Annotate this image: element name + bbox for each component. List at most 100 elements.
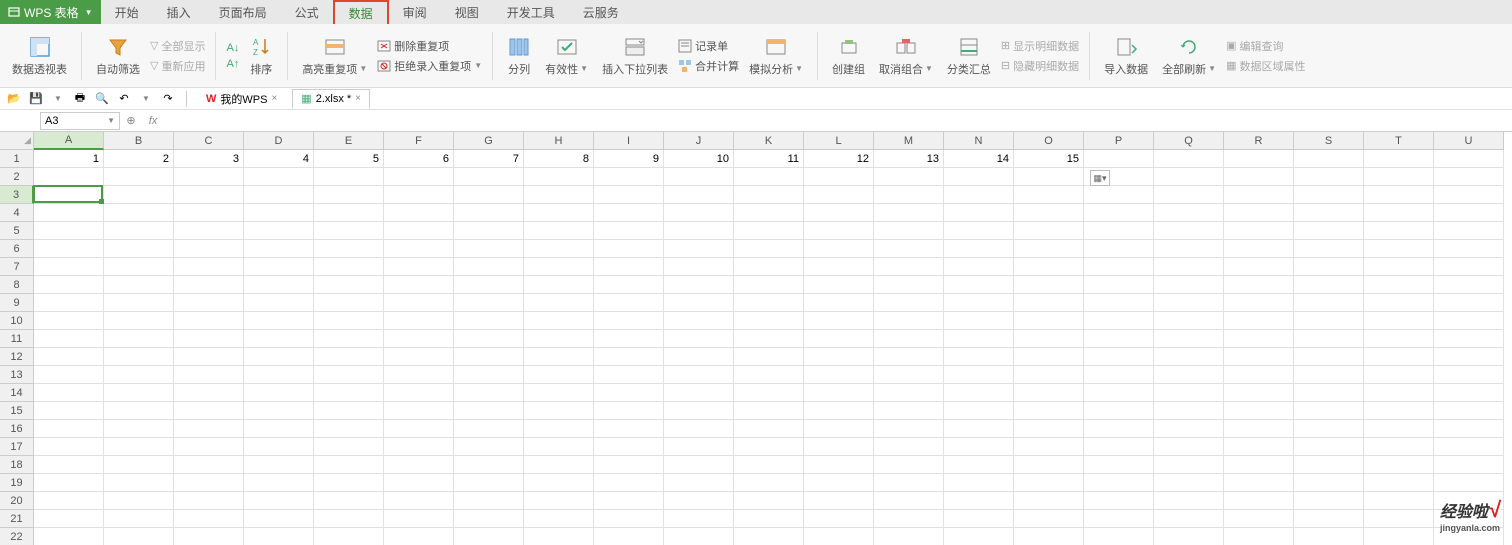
cell[interactable] [664, 510, 734, 528]
cells-area[interactable]: 123456789101112131415 [34, 150, 1504, 545]
cell[interactable] [1364, 384, 1434, 402]
whatif-button[interactable]: 模拟分析▼ [745, 27, 807, 85]
cell[interactable] [34, 168, 104, 186]
cell[interactable] [314, 294, 384, 312]
cell[interactable] [1224, 204, 1294, 222]
cell[interactable] [664, 366, 734, 384]
cell[interactable] [244, 366, 314, 384]
redo-icon[interactable]: ↷ [160, 91, 176, 107]
cell[interactable] [664, 204, 734, 222]
cell[interactable] [454, 366, 524, 384]
cell[interactable] [874, 204, 944, 222]
cell[interactable] [804, 276, 874, 294]
cell[interactable] [244, 438, 314, 456]
cell[interactable] [104, 204, 174, 222]
row-header[interactable]: 1 [0, 150, 34, 168]
cell[interactable] [1084, 456, 1154, 474]
cell[interactable] [314, 474, 384, 492]
cell[interactable] [1154, 294, 1224, 312]
row-header[interactable]: 19 [0, 474, 34, 492]
cell[interactable] [174, 204, 244, 222]
cell[interactable] [594, 168, 664, 186]
cell[interactable] [1294, 330, 1364, 348]
cell[interactable] [34, 330, 104, 348]
cell[interactable] [1224, 420, 1294, 438]
cell[interactable] [734, 456, 804, 474]
cell[interactable] [454, 294, 524, 312]
cell[interactable] [314, 402, 384, 420]
cell[interactable] [1364, 402, 1434, 420]
reapply-button[interactable]: ▽重新应用 [150, 58, 205, 74]
cell[interactable] [1434, 240, 1504, 258]
row-header[interactable]: 21 [0, 510, 34, 528]
cell[interactable] [594, 348, 664, 366]
cell[interactable] [454, 240, 524, 258]
column-header[interactable]: T [1364, 132, 1434, 150]
cell[interactable] [34, 276, 104, 294]
cell[interactable] [944, 456, 1014, 474]
cell[interactable] [524, 330, 594, 348]
row-header[interactable]: 12 [0, 348, 34, 366]
column-header[interactable]: B [104, 132, 174, 150]
cell[interactable] [594, 276, 664, 294]
insert-dropdown-button[interactable]: 插入下拉列表 [598, 27, 672, 85]
cell[interactable] [314, 168, 384, 186]
cell[interactable] [1224, 438, 1294, 456]
cell[interactable] [734, 474, 804, 492]
column-header[interactable]: L [804, 132, 874, 150]
cell[interactable] [384, 204, 454, 222]
cell[interactable] [1154, 492, 1224, 510]
cell[interactable] [1364, 528, 1434, 545]
ungroup-button[interactable]: 取消组合▼ [875, 27, 937, 85]
autofilter-button[interactable]: 自动筛选 [92, 27, 144, 85]
cell[interactable] [594, 330, 664, 348]
cell[interactable] [1084, 240, 1154, 258]
row-header[interactable]: 2 [0, 168, 34, 186]
cell[interactable] [1294, 150, 1364, 168]
cell[interactable] [1434, 492, 1504, 510]
cell[interactable] [104, 528, 174, 545]
cell[interactable] [244, 420, 314, 438]
cell[interactable] [1434, 294, 1504, 312]
cell[interactable] [664, 294, 734, 312]
cell[interactable] [524, 366, 594, 384]
cell[interactable] [1084, 276, 1154, 294]
cell[interactable] [314, 366, 384, 384]
cell[interactable] [1014, 366, 1084, 384]
cell[interactable] [104, 168, 174, 186]
name-box[interactable]: A3 ▼ [40, 112, 120, 130]
cell[interactable] [1434, 168, 1504, 186]
cell[interactable] [874, 330, 944, 348]
cell[interactable] [734, 384, 804, 402]
cell[interactable] [314, 348, 384, 366]
row-header[interactable]: 22 [0, 528, 34, 545]
row-header[interactable]: 16 [0, 420, 34, 438]
cell[interactable] [314, 528, 384, 545]
fx-icon[interactable]: fx [142, 115, 164, 127]
cell[interactable] [384, 528, 454, 545]
row-header[interactable]: 7 [0, 258, 34, 276]
cell[interactable] [1434, 312, 1504, 330]
column-header[interactable]: E [314, 132, 384, 150]
cell[interactable] [804, 438, 874, 456]
cell[interactable] [1154, 258, 1224, 276]
column-header[interactable]: A [34, 132, 104, 150]
cell[interactable] [734, 420, 804, 438]
sort-button[interactable]: AZ 排序 [245, 27, 277, 85]
cell[interactable] [1084, 366, 1154, 384]
cell[interactable] [1224, 240, 1294, 258]
cell[interactable] [1434, 402, 1504, 420]
cell[interactable] [874, 492, 944, 510]
cell[interactable] [804, 222, 874, 240]
cell[interactable] [244, 168, 314, 186]
cell[interactable] [804, 402, 874, 420]
cell[interactable] [104, 258, 174, 276]
column-header[interactable]: D [244, 132, 314, 150]
cell[interactable] [1364, 258, 1434, 276]
cell[interactable] [594, 492, 664, 510]
cell[interactable] [594, 420, 664, 438]
cell[interactable] [384, 222, 454, 240]
cell[interactable] [1224, 312, 1294, 330]
cell[interactable] [174, 510, 244, 528]
cell[interactable] [1364, 168, 1434, 186]
